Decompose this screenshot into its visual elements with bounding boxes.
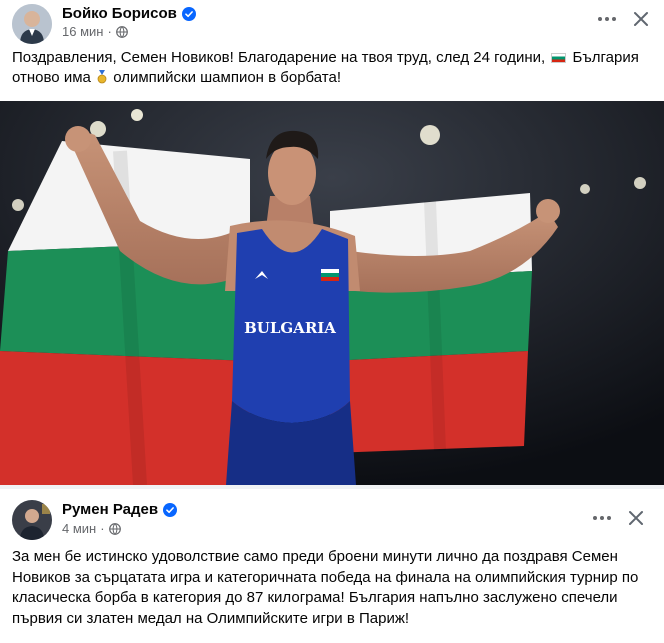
bulgarian-flag-icon — [551, 53, 567, 63]
post-borisov: Бойко Борисов 16 мин · Поздравления, Сем… — [0, 0, 664, 485]
more-horizontal-icon — [598, 17, 616, 21]
author-avatar[interactable] — [12, 500, 52, 540]
arena-light — [634, 177, 646, 189]
more-horizontal-icon — [593, 516, 611, 520]
post-meta: 16 мин · — [62, 24, 128, 39]
author-name[interactable]: Румен Радев — [62, 501, 178, 518]
globe-icon[interactable] — [115, 25, 128, 38]
close-icon — [629, 511, 643, 525]
post-time[interactable]: 4 мин — [62, 521, 96, 536]
author-name-text[interactable]: Бойко Борисов — [62, 5, 177, 22]
meta-separator: · — [100, 521, 105, 536]
author-name[interactable]: Бойко Борисов — [62, 5, 196, 22]
post-time[interactable]: 16 мин — [62, 24, 103, 39]
arena-light — [131, 109, 143, 121]
author-avatar[interactable] — [12, 4, 52, 44]
post-text: Поздравления, Семен Новиков! Благодарени… — [12, 48, 650, 88]
jersey-text: BULGARIA — [244, 319, 336, 337]
globe-icon[interactable] — [108, 522, 121, 535]
post-radev: Румен Радев 4 мин · За мен бе истинско у… — [0, 489, 664, 643]
post-text: За мен бе истинско удоволствие само пред… — [12, 548, 639, 627]
author-name-text[interactable]: Румен Радев — [62, 501, 158, 518]
hide-post-button[interactable] — [626, 4, 656, 34]
hide-post-button[interactable] — [621, 503, 651, 533]
close-icon — [634, 12, 648, 26]
post-text-part-1: Поздравления, Семен Новиков! Благодарени… — [12, 49, 550, 66]
arena-light — [420, 125, 440, 145]
post-photo[interactable]: BULGARIA — [0, 101, 664, 485]
verified-badge-icon — [163, 502, 178, 517]
arena-light — [12, 199, 24, 211]
medal-icon — [97, 70, 107, 84]
verified-badge-icon — [181, 6, 196, 21]
post-text-part-3: олимпийски шампион в борбата! — [109, 69, 342, 86]
more-options-button[interactable] — [592, 4, 622, 34]
meta-separator: · — [107, 24, 112, 39]
more-options-button[interactable] — [587, 503, 617, 533]
arena-light — [580, 184, 590, 194]
post-meta: 4 мин · — [62, 521, 121, 536]
